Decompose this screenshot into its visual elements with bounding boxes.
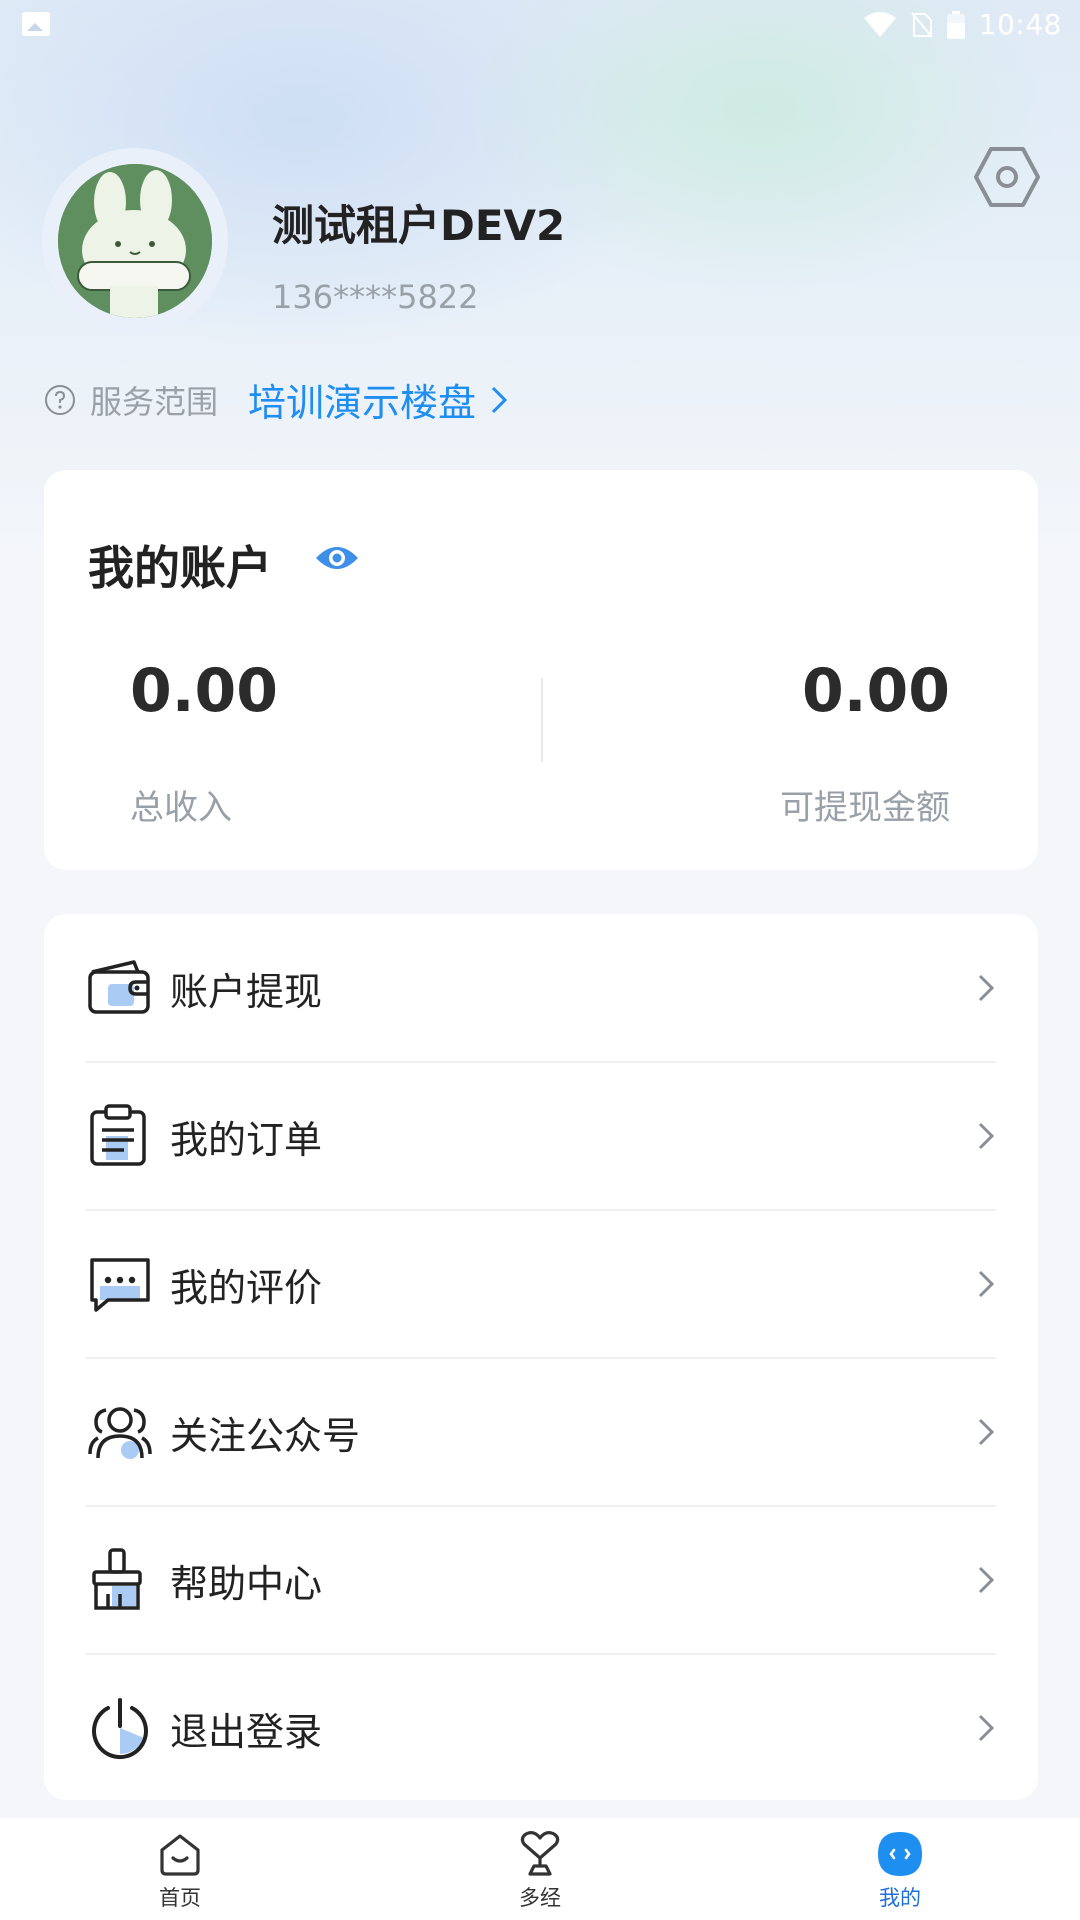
menu-item-label: 账户提现 xyxy=(170,969,323,1014)
chevron-right-icon xyxy=(491,386,508,413)
battery-icon xyxy=(946,10,965,39)
sim-off-icon xyxy=(911,11,933,38)
user-phone: 136****5822 xyxy=(272,278,479,316)
menu-item-label: 我的订单 xyxy=(170,1117,323,1162)
avatar-illustration xyxy=(58,164,212,318)
tab-label: 我的 xyxy=(879,1886,921,1910)
account-divider xyxy=(541,678,543,762)
service-scope-label: 服务范围 xyxy=(90,382,219,421)
chevron-right-icon xyxy=(978,1122,995,1150)
menu-card: 账户提现 我的订单 我的评价 关注公众号 帮助中心 退出登录 xyxy=(44,914,1038,1800)
chevron-right-icon xyxy=(978,1270,995,1298)
tab-label: 首页 xyxy=(159,1886,201,1910)
user-name: 测试租户DEV2 xyxy=(272,201,566,250)
menu-item-label: 我的评价 xyxy=(170,1265,323,1310)
chevron-right-icon xyxy=(978,974,995,1002)
message-icon xyxy=(90,1258,150,1312)
chevron-right-icon xyxy=(978,1418,995,1446)
menu-item-logout[interactable]: 退出登录 xyxy=(86,1654,996,1802)
service-scope-value[interactable]: 培训演示楼盘 xyxy=(248,372,476,427)
chevron-right-icon xyxy=(978,1566,995,1594)
chevron-right-icon xyxy=(978,1714,995,1742)
service-scope-row[interactable]: 服务范围 培训演示楼盘 xyxy=(44,372,510,427)
avatar[interactable] xyxy=(58,164,212,318)
tab-mine[interactable]: 我的 xyxy=(720,1818,1080,1920)
menu-item-orders[interactable]: 我的订单 xyxy=(86,1062,996,1210)
menu-item-label: 帮助中心 xyxy=(170,1561,323,1606)
help-circle-icon xyxy=(45,384,75,415)
menu-item-follow-account[interactable]: 关注公众号 xyxy=(86,1358,996,1506)
profile-face-icon xyxy=(878,1832,922,1876)
tab-home[interactable]: 首页 xyxy=(0,1818,360,1920)
heart-trophy-icon xyxy=(520,1831,560,1876)
withdrawable-value: 0.00 xyxy=(801,656,950,726)
menu-item-withdraw[interactable]: 账户提现 xyxy=(86,914,996,1062)
wifi-icon xyxy=(863,11,896,37)
avatar-ring[interactable] xyxy=(42,148,228,334)
power-icon xyxy=(92,1698,148,1759)
status-right: 10:48 xyxy=(863,8,1062,41)
withdrawable-label: 可提现金额 xyxy=(780,788,950,828)
account-title: 我的账户 xyxy=(88,541,272,595)
status-time: 10:48 xyxy=(978,8,1062,41)
settings-hexagon-icon[interactable] xyxy=(974,146,1040,208)
users-icon xyxy=(88,1407,152,1459)
tab-multi[interactable]: 多经 xyxy=(360,1818,720,1920)
eye-icon[interactable] xyxy=(314,540,360,576)
menu-item-reviews[interactable]: 我的评价 xyxy=(86,1210,996,1358)
bottom-tab-bar: 首页 多经 我的 xyxy=(0,1818,1080,1920)
menu-item-label: 关注公众号 xyxy=(170,1413,361,1458)
menu-item-label: 退出登录 xyxy=(170,1709,323,1754)
total-income-value: 0.00 xyxy=(130,656,279,726)
status-bar: 10:48 xyxy=(0,0,1080,50)
image-icon xyxy=(22,12,50,36)
tab-label: 多经 xyxy=(519,1886,561,1910)
menu-item-help-center[interactable]: 帮助中心 xyxy=(86,1506,996,1654)
wallet-icon xyxy=(88,960,150,1014)
home-icon xyxy=(160,1834,200,1876)
account-card: 我的账户 0.00 总收入 0.00 可提现金额 xyxy=(44,470,1038,870)
total-income-label: 总收入 xyxy=(130,788,232,828)
clipboard-icon xyxy=(90,1104,146,1166)
brush-icon xyxy=(92,1548,142,1610)
